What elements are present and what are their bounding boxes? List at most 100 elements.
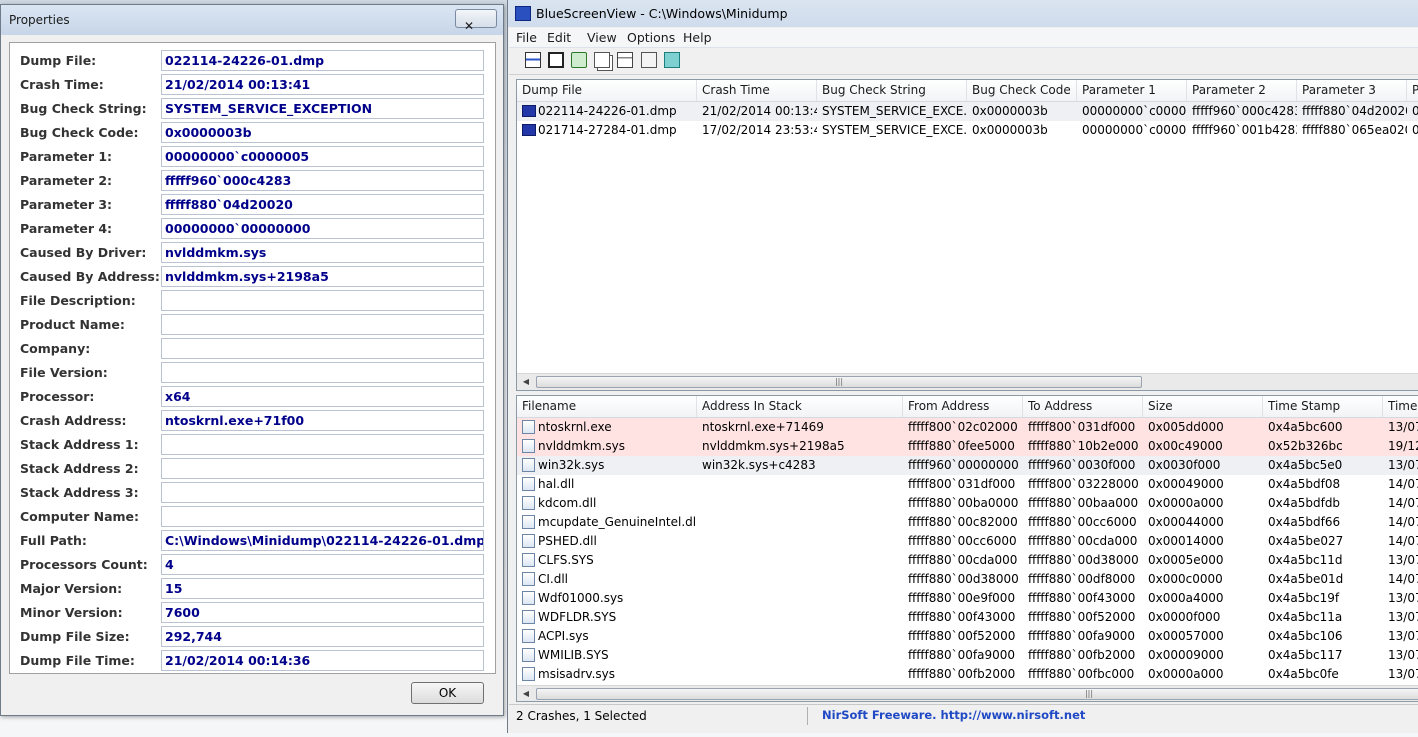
scroll-thumb[interactable]: ||| [536,688,1418,700]
column-header[interactable]: Dump File [517,80,697,101]
save-icon[interactable] [548,52,564,68]
column-header[interactable]: P [1407,80,1418,101]
crash-cell: 17/02/2014 23:53:48 [702,123,817,137]
file-icon [522,515,535,529]
property-value-field[interactable]: fffff880`04d20020 [161,194,484,215]
crash-row[interactable]: 021714-27284-01.dmp 17/02/2014 23:53:48 SY… [517,121,1418,140]
driver-row[interactable]: nvlddmkm.sys nvlddmkm.sys+2198a5 fffff880`… [517,437,1418,456]
menu-file[interactable]: File [516,30,537,45]
column-header[interactable]: To Address [1023,396,1143,417]
driver-cell [697,608,903,627]
html-report-icon[interactable] [525,52,541,68]
driver-row[interactable]: WDFLDR.SYS fffff880`00f43000 fffff880`00f5… [517,608,1418,627]
close-icon: ✕ [464,19,475,33]
property-value-field[interactable]: ntoskrnl.exe+71f00 [161,410,484,431]
property-value-field[interactable]: 022114-24226-01.dmp [161,50,484,71]
column-header[interactable]: Time [1383,396,1418,417]
property-value-field[interactable]: x64 [161,386,484,407]
property-row: Crash Time: 21/02/2014 00:13:41 [10,73,495,97]
ok-button[interactable]: OK [411,682,484,704]
close-button[interactable]: ✕ [455,9,497,33]
driver-row[interactable]: CLFS.SYS fffff880`00cda000 fffff880`00d380… [517,551,1418,570]
scroll-left-arrow[interactable]: ◀ [519,688,533,700]
property-value-field[interactable]: 00000000`c0000005 [161,146,484,167]
property-value-field[interactable]: C:\Windows\Minidump\022114-24226-01.dmp [161,530,484,551]
driver-cell: 14/07, [1388,534,1418,548]
property-value-field[interactable]: nvlddmkm.sys [161,242,484,263]
driver-cell: fffff880`00c82000 [908,515,1018,529]
property-label: Major Version: [20,581,123,596]
driver-row[interactable]: kdcom.dll fffff880`00ba0000 fffff880`00baa… [517,494,1418,513]
property-value-field[interactable]: 21/02/2014 00:13:41 [161,74,484,95]
property-value-field[interactable]: 7600 [161,602,484,623]
menu-options[interactable]: Options [627,30,675,45]
driver-row[interactable]: mcupdate_GenuineIntel.dll fffff880`00c820… [517,513,1418,532]
refresh-icon[interactable] [571,52,587,68]
driver-cell: 0x4a5be027 [1268,534,1344,548]
driver-cell: fffff880`00f43000 [1028,591,1136,605]
property-value-field[interactable]: 0x0000003b [161,122,484,143]
property-value-field[interactable]: 4 [161,554,484,575]
menu-edit[interactable]: Edit [547,30,571,45]
driver-cell: fffff880`00df8000 [1028,572,1136,586]
column-header[interactable]: Size [1143,396,1263,417]
column-header[interactable]: Bug Check String [817,80,967,101]
driver-row[interactable]: msisadrv.sys fffff880`00fb2000 fffff880`00… [517,665,1418,684]
column-header[interactable]: Filename [517,396,697,417]
column-header[interactable]: Crash Time [697,80,817,101]
crash-row[interactable]: 022114-24226-01.dmp 21/02/2014 00:13:41 SY… [517,102,1418,121]
nirsoft-link[interactable]: NirSoft Freeware. http://www.nirsoft.net [822,708,1085,722]
menu-view[interactable]: View [587,30,617,45]
property-value-field[interactable] [161,314,484,335]
driver-cell: fffff880`0fee5000 [908,439,1015,453]
column-header[interactable]: From Address [903,396,1023,417]
driver-row[interactable]: hal.dll fffff800`031df000 fffff800`0322800… [517,475,1418,494]
property-value-field[interactable] [161,458,484,479]
scroll-thumb[interactable]: ||| [536,376,1142,388]
driver-row[interactable]: win32k.sys win32k.sys+c4283 fffff960`00000… [517,456,1418,475]
driver-row[interactable]: PSHED.dll fffff880`00cc6000 fffff880`00cda… [517,532,1418,551]
find-icon[interactable] [641,52,657,68]
property-row: Stack Address 3: [10,481,495,505]
window-title-bar[interactable]: BlueScreenView - C:\Windows\Minidump [508,0,1418,27]
driver-cell: 14/07, [1388,477,1418,491]
driver-list-scrollbar[interactable]: ◀ ||| [517,685,1418,701]
driver-row[interactable]: ACPI.sys fffff880`00f52000 fffff880`00fa90… [517,627,1418,646]
property-value-field[interactable]: SYSTEM_SERVICE_EXCEPTION [161,98,484,119]
property-value-field[interactable] [161,506,484,527]
column-header[interactable]: Address In Stack [697,396,903,417]
driver-row[interactable]: CI.dll fffff880`00d38000 fffff880`00df8000… [517,570,1418,589]
property-value-field[interactable] [161,482,484,503]
scroll-left-arrow[interactable]: ◀ [519,376,533,388]
exit-icon[interactable] [664,52,680,68]
driver-cell: 14/07, [1388,515,1418,529]
property-value-field[interactable]: fffff960`000c4283 [161,170,484,191]
property-label: Dump File Size: [20,629,130,644]
property-value-field[interactable]: 15 [161,578,484,599]
property-value-field[interactable]: 00000000`00000000 [161,218,484,239]
column-header[interactable]: Parameter 1 [1077,80,1187,101]
property-value-field[interactable]: 292,744 [161,626,484,647]
properties-icon[interactable] [617,52,633,68]
column-header[interactable]: Parameter 3 [1297,80,1407,101]
property-label: Dump File Time: [20,653,135,668]
copy-icon[interactable] [594,52,610,68]
driver-row[interactable]: Wdf01000.sys fffff880`00e9f000 fffff880`00… [517,589,1418,608]
column-header[interactable]: Bug Check Code [967,80,1077,101]
column-header[interactable]: Parameter 2 [1187,80,1297,101]
crash-cell: fffff960`000c4283 [1192,104,1297,118]
driver-list: Filename Address In Stack From Address To A… [516,395,1418,702]
property-value-field[interactable] [161,290,484,311]
property-value-field[interactable] [161,362,484,383]
driver-row[interactable]: WMILIB.SYS fffff880`00fa9000 fffff880`00fb… [517,646,1418,665]
property-value-field[interactable]: nvlddmkm.sys+2198a5 [161,266,484,287]
column-header[interactable]: Time Stamp [1263,396,1383,417]
crash-list-scrollbar[interactable]: ◀ ||| [517,373,1418,390]
properties-title-bar[interactable]: Properties ✕ [1,5,503,35]
menu-help[interactable]: Help [683,30,712,45]
property-value-field[interactable] [161,434,484,455]
file-icon [522,648,535,662]
property-value-field[interactable]: 21/02/2014 00:14:36 [161,650,484,671]
property-value-field[interactable] [161,338,484,359]
driver-row[interactable]: ntoskrnl.exe ntoskrnl.exe+71469 fffff800`0… [517,418,1418,437]
